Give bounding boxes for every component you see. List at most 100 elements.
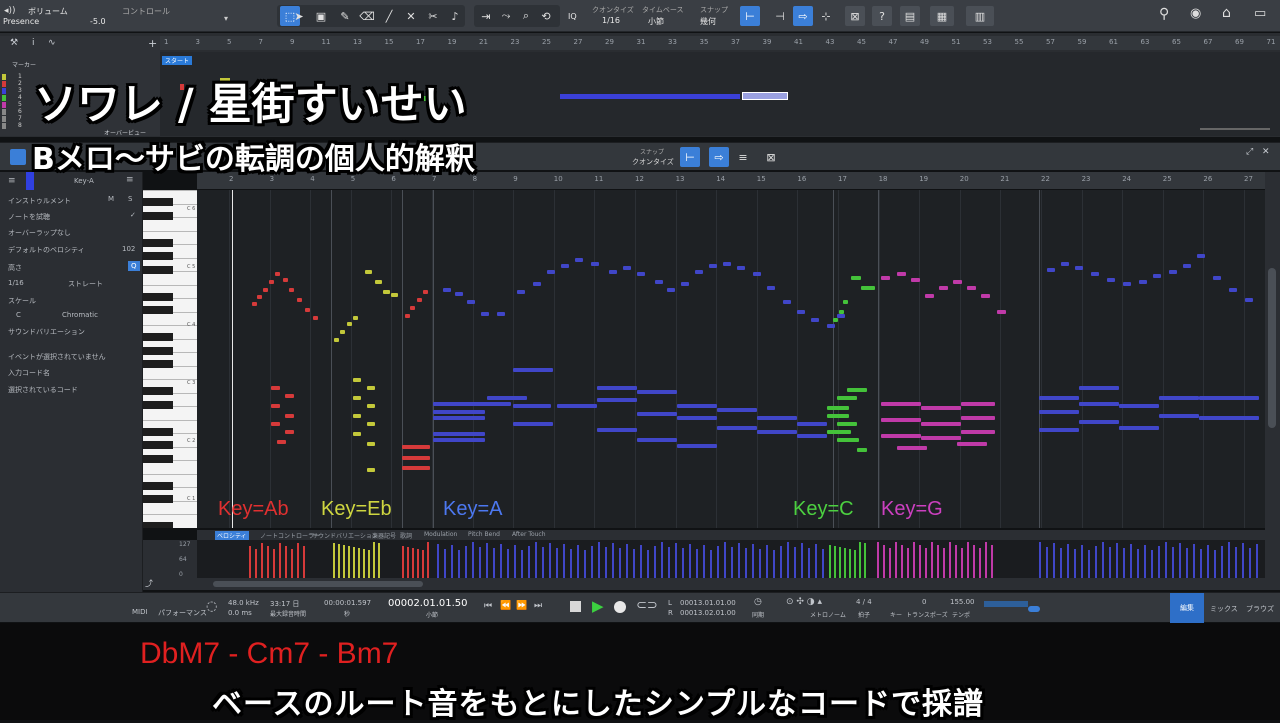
ruler-number[interactable]: 18 [879, 175, 888, 183]
piano-keyboard[interactable]: C 6 C 5 C 4 C 3 C 2 C 1 [143, 190, 197, 528]
velocity-bar[interactable] [654, 546, 656, 578]
midi-note[interactable] [367, 404, 375, 408]
midi-note[interactable] [297, 298, 302, 302]
midi-note[interactable] [285, 414, 294, 418]
midi-note[interactable] [367, 386, 375, 390]
grid-line[interactable] [838, 190, 839, 528]
midi-note[interactable] [533, 282, 541, 286]
midi-note[interactable] [340, 330, 345, 334]
ruler-number[interactable]: 57 [1046, 38, 1055, 46]
start-marker[interactable]: スタート [162, 56, 193, 65]
record-icon[interactable] [614, 601, 626, 613]
midi-note[interactable] [1079, 386, 1119, 390]
midi-note[interactable] [861, 286, 875, 290]
velocity-bar[interactable] [605, 547, 607, 578]
velocity-bar[interactable] [1123, 548, 1125, 578]
ruler-number[interactable]: 35 [700, 38, 709, 46]
ruler-number[interactable]: 71 [1267, 38, 1276, 46]
ruler-number[interactable]: 37 [731, 38, 740, 46]
editor-snap-toggle-icon[interactable]: ⊢ [680, 147, 700, 167]
velocity-bar[interactable] [955, 545, 957, 578]
ruler-number[interactable]: 13 [353, 38, 362, 46]
midi-note[interactable] [1061, 262, 1069, 266]
velocity-bar[interactable] [1193, 544, 1195, 578]
velocity-bar[interactable] [834, 546, 836, 578]
grid-line[interactable] [1244, 190, 1245, 528]
black-key[interactable] [143, 346, 173, 355]
midi-note[interactable] [897, 272, 906, 276]
velocity-bar[interactable] [261, 543, 263, 578]
velocity-bar[interactable] [612, 543, 614, 578]
midi-note[interactable] [365, 270, 372, 274]
midi-note[interactable] [681, 282, 689, 286]
range-tool-icon[interactable]: ▣ [312, 6, 330, 26]
key-label[interactable]: Key=Ab [218, 498, 289, 521]
midi-note[interactable] [1039, 428, 1079, 432]
key-label[interactable]: Key=Eb [321, 498, 392, 521]
velocity-scale-label[interactable]: 0 [179, 571, 183, 578]
controller-tab[interactable]: 歌詞 [400, 531, 412, 540]
black-key[interactable] [143, 522, 173, 528]
midi-note[interactable] [1079, 402, 1119, 406]
controller-tab[interactable]: Pitch Bend [468, 531, 500, 538]
velocity-bar[interactable] [255, 549, 257, 578]
ruler-number[interactable]: 9 [290, 38, 294, 46]
midi-note[interactable] [753, 272, 761, 276]
black-key[interactable] [143, 238, 173, 247]
arrow-tool-icon[interactable]: ➤ [290, 6, 308, 26]
velocity-bar[interactable] [979, 548, 981, 578]
ruler-number[interactable]: 67 [1204, 38, 1213, 46]
midi-note[interactable] [277, 440, 286, 444]
midi-note[interactable] [547, 270, 555, 274]
velocity-bar[interactable] [1102, 542, 1104, 578]
velocity-bar[interactable] [1144, 545, 1146, 578]
velocity-bar[interactable] [931, 542, 933, 578]
ruler-number[interactable]: 49 [920, 38, 929, 46]
notification-icon[interactable]: ◉ [1190, 6, 1201, 21]
midi-note[interactable] [1039, 396, 1079, 400]
scroll-thumb[interactable] [213, 581, 423, 587]
velocity-bar[interactable] [333, 543, 335, 578]
ruler-number[interactable]: 16 [797, 175, 806, 183]
velocity-bar[interactable] [619, 548, 621, 578]
midi-note[interactable] [263, 288, 268, 292]
velocity-bar[interactable] [1221, 546, 1223, 578]
velocity-bar[interactable] [883, 545, 885, 578]
follow-icon[interactable]: ⇨ [793, 6, 813, 26]
controller-tab[interactable]: 楽器記号 [372, 531, 396, 540]
midi-note[interactable] [557, 404, 597, 408]
ruler-number[interactable]: 26 [1203, 175, 1212, 183]
loop-start[interactable]: 00013.01.01.00 [680, 599, 736, 607]
black-key[interactable] [143, 481, 173, 490]
editor-filter-icon[interactable]: ≡ [734, 147, 752, 167]
midi-note[interactable] [667, 288, 675, 292]
black-key[interactable] [143, 427, 173, 436]
midi-note[interactable] [609, 270, 617, 274]
checkbox-icon[interactable]: ✓ [130, 211, 136, 219]
midi-note[interactable] [313, 316, 318, 320]
midi-note[interactable] [677, 444, 717, 448]
midi-note[interactable] [1107, 278, 1115, 282]
velocity-bar[interactable] [919, 545, 921, 578]
pencil-icon[interactable]: ✎ [336, 6, 354, 26]
automation-icon[interactable]: ⤴ [145, 578, 153, 589]
key-change-line[interactable] [331, 190, 332, 528]
midi-note[interactable] [961, 416, 995, 420]
white-key[interactable] [143, 514, 197, 515]
velocity-bar[interactable] [535, 542, 537, 578]
velocity-bar[interactable] [1228, 542, 1230, 578]
paint-icon[interactable]: ╱ [380, 6, 398, 26]
midi-note[interactable] [353, 414, 361, 418]
inspector-grid-mode[interactable]: ストレート [68, 279, 103, 289]
ruler-number[interactable]: 14 [716, 175, 725, 183]
black-key[interactable] [143, 252, 173, 260]
midi-note[interactable] [410, 306, 415, 310]
velocity-bar[interactable] [1137, 549, 1139, 578]
velocity-scale-label[interactable]: 127 [179, 541, 190, 548]
track-color[interactable] [2, 109, 6, 115]
ruler-number[interactable]: 11 [594, 175, 603, 183]
midi-note[interactable] [591, 262, 599, 266]
inspector-grid-value[interactable]: 1/16 [8, 279, 24, 287]
midi-note[interactable] [391, 293, 398, 297]
grid-line[interactable] [797, 190, 799, 528]
